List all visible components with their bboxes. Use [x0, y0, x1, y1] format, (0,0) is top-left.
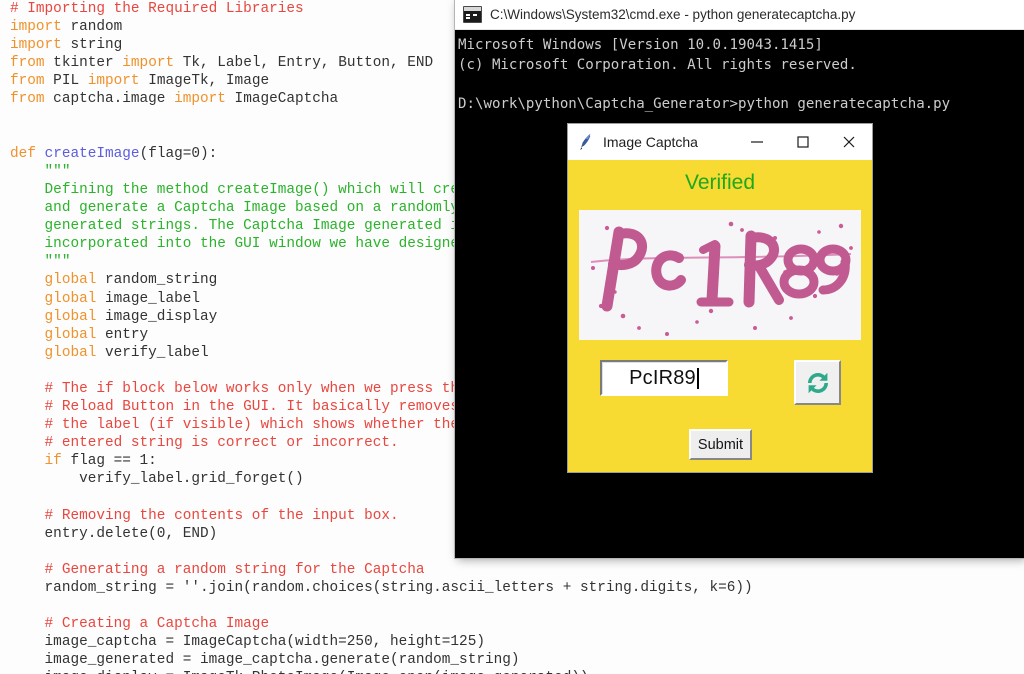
image-captcha-window[interactable]: Image Captcha Verified [568, 124, 872, 472]
captcha-title-text: Image Captcha [603, 134, 734, 150]
code-token: Defining the method createImage() which … [10, 182, 459, 198]
cmd-title-text: C:\Windows\System32\cmd.exe - python gen… [490, 7, 855, 22]
reload-button[interactable] [794, 360, 841, 405]
maximize-button[interactable] [780, 124, 826, 160]
code-token: # Generating a random string for the Cap… [10, 562, 425, 578]
code-token: ImageCaptcha [226, 91, 338, 107]
code-token: image_captcha = ImageCaptcha(width=250, … [10, 634, 485, 650]
code-token: from [10, 55, 45, 71]
code-token: ImageTk, Image [140, 73, 270, 89]
cmd-console-icon [463, 6, 482, 23]
code-token: import [174, 91, 226, 107]
code-token: random [62, 19, 122, 35]
code-token: entry.delete(0, END) [10, 526, 217, 542]
screen-root: # Importing the Required Libraries import… [0, 0, 1024, 674]
code-token: global [10, 272, 96, 288]
code-token: entry [96, 327, 148, 343]
minimize-button[interactable] [734, 124, 780, 160]
code-token: image_display = ImageTk.PhotoImage(Image… [10, 670, 589, 674]
code-token: # Importing the Required Libraries [10, 1, 304, 17]
code-token: random_string = ''.join(random.choices(s… [10, 580, 753, 596]
code-line: # Creating a Captcha Image [10, 615, 753, 633]
python-feather-icon [578, 133, 594, 151]
code-token: and generate a Captcha Image based on a … [10, 200, 459, 216]
code-token: image_display [96, 309, 217, 325]
submit-button-label: Submit [698, 437, 743, 453]
code-token: incorporated into the GUI window we have… [10, 236, 459, 252]
code-line: random_string = ''.join(random.choices(s… [10, 579, 753, 597]
code-token: (flag=0): [140, 146, 218, 162]
code-token: string [62, 37, 122, 53]
code-token: import [88, 73, 140, 89]
code-token: global [10, 327, 96, 343]
code-token: captcha.image [45, 91, 175, 107]
code-token: import [122, 55, 174, 71]
code-line: image_display = ImageTk.PhotoImage(Image… [10, 669, 753, 674]
code-token: global [10, 345, 96, 361]
code-token: global [10, 291, 96, 307]
close-button[interactable] [826, 124, 872, 160]
captcha-image-svg [579, 210, 861, 340]
code-token: image_label [96, 291, 200, 307]
code-token: """ [10, 164, 70, 180]
code-token: # entered string is correct or incorrect… [10, 435, 399, 451]
captcha-body: Verified [568, 160, 872, 472]
captcha-entry-value: PcIR89 [629, 367, 696, 390]
code-token: from [10, 73, 45, 89]
code-token [36, 146, 45, 162]
status-badge: Verified [568, 171, 872, 195]
code-token: tkinter [45, 55, 123, 71]
code-token: """ [10, 254, 70, 270]
captcha-titlebar[interactable]: Image Captcha [568, 124, 872, 160]
captcha-entry-field[interactable]: PcIR89 [600, 360, 728, 396]
code-token: # Reload Button in the GUI. It basically… [10, 399, 459, 415]
code-token: PIL [45, 73, 88, 89]
code-token: import [10, 19, 62, 35]
code-token: global [10, 309, 96, 325]
cmd-titlebar[interactable]: C:\Windows\System32\cmd.exe - python gen… [455, 0, 1024, 30]
code-token: verify_label [96, 345, 208, 361]
code-token: if [10, 453, 62, 469]
code-line: # Generating a random string for the Cap… [10, 561, 753, 579]
code-token: verify_label.grid_forget() [10, 471, 304, 487]
code-token: # Creating a Captcha Image [10, 616, 269, 632]
code-token: # The if block below works only when we … [10, 381, 459, 397]
code-token: flag == 1: [62, 453, 157, 469]
code-token: import [10, 37, 62, 53]
code-token: def [10, 146, 36, 162]
code-token: from [10, 91, 45, 107]
code-token: generated strings. The Captcha Image gen… [10, 218, 459, 234]
code-line: image_captcha = ImageCaptcha(width=250, … [10, 633, 753, 651]
code-token: createImage [45, 146, 140, 162]
code-token: image_generated = image_captcha.generate… [10, 652, 520, 668]
submit-button[interactable]: Submit [689, 429, 752, 460]
captcha-image [579, 210, 861, 340]
cmd-output-text: Microsoft Windows [Version 10.0.19043.14… [458, 36, 1024, 114]
code-line: image_generated = image_captcha.generate… [10, 651, 753, 669]
code-token: # the label (if visible) which shows whe… [10, 417, 459, 433]
text-caret [697, 368, 699, 389]
refresh-icon [804, 369, 832, 397]
code-token: random_string [96, 272, 217, 288]
code-token: Tk, Label, Entry, Button, END [174, 55, 433, 71]
code-token: # Removing the contents of the input box… [10, 508, 399, 524]
code-line [10, 597, 753, 615]
